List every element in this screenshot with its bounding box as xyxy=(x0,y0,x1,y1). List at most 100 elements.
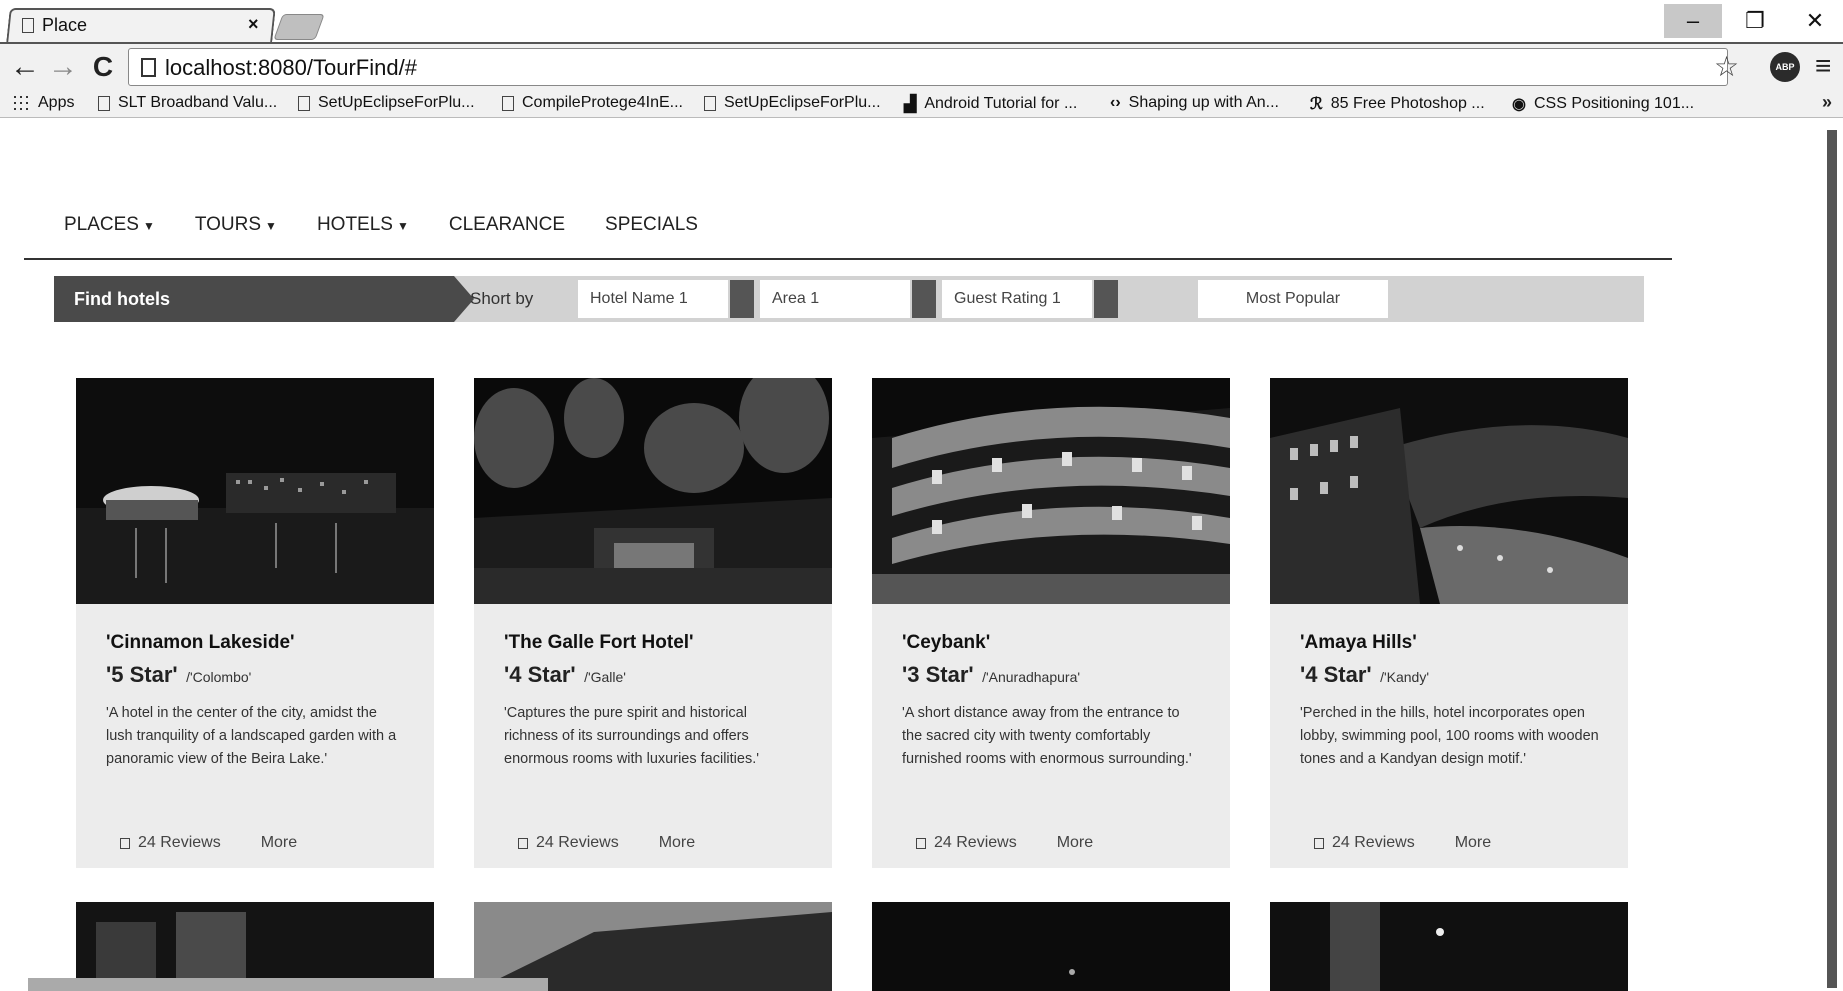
nav-tours[interactable]: TOURS ▼ xyxy=(195,214,277,236)
hotel-card-photo[interactable] xyxy=(872,902,1230,991)
address-bar[interactable]: localhost:8080/TourFind/# xyxy=(128,48,1728,86)
reviews-link[interactable]: 24 Reviews xyxy=(1332,834,1415,852)
hotel-name[interactable]: 'The Galle Fort Hotel' xyxy=(504,632,694,654)
page-icon xyxy=(22,17,34,33)
bookmark-label: CompileProtege4InE... xyxy=(522,94,683,111)
hotel-description: 'Perched in the hills, hotel incorporate… xyxy=(1300,705,1599,767)
reviews-link[interactable]: 24 Reviews xyxy=(934,834,1017,852)
back-arrow-icon[interactable]: ← xyxy=(8,52,42,82)
forward-arrow-icon[interactable]: → xyxy=(46,52,80,82)
hotel-card-footer: 24 Reviews More xyxy=(1314,834,1491,852)
comment-icon xyxy=(1314,837,1324,849)
page-scrollbar[interactable] xyxy=(1827,130,1837,988)
hotel-card-footer: 24 Reviews More xyxy=(916,834,1093,852)
bookmark-label: Android Tutorial for ... xyxy=(924,95,1078,112)
bookmark-item[interactable]: ‹› Shaping up with An... xyxy=(1110,94,1279,112)
address-url[interactable]: localhost:8080/TourFind/# xyxy=(165,55,417,81)
select-arrow-icon[interactable] xyxy=(730,280,754,318)
code-icon: ‹› xyxy=(1110,94,1121,111)
nav-hotels[interactable]: HOTELS ▼ xyxy=(317,214,409,236)
hotel-description: 'A hotel in the center of the city, amid… xyxy=(106,705,397,767)
window-restore-button[interactable]: ❐ xyxy=(1726,4,1784,38)
hotel-photo[interactable] xyxy=(76,378,434,604)
bookmark-label: 85 Free Photoshop ... xyxy=(1330,95,1485,112)
browser-title-bar: Place × – ❐ ✕ xyxy=(0,0,1843,42)
bookmark-item[interactable]: ℛ 85 Free Photoshop ... xyxy=(1310,94,1485,114)
bookmark-label: Shaping up with An... xyxy=(1128,94,1279,111)
sort-hotel-name-select[interactable]: Hotel Name 1 xyxy=(578,280,728,318)
browser-tab-content[interactable]: Place xyxy=(22,10,262,40)
nav-divider xyxy=(24,258,1672,260)
caret-down-icon: ▼ xyxy=(142,219,155,233)
photoshop-icon: ℛ xyxy=(1310,96,1323,113)
hotel-card[interactable]: 'Cinnamon Lakeside' '5 Star' /'Colombo' … xyxy=(76,378,434,868)
hotel-filter-bar: Find hotels Short by Hotel Name 1 Area 1… xyxy=(54,276,1644,322)
page-icon xyxy=(98,95,110,111)
hotel-stars: '4 Star' xyxy=(1300,662,1372,687)
hotel-rating: '5 Star' /'Colombo' xyxy=(106,662,251,688)
page-icon xyxy=(502,95,514,111)
comment-icon xyxy=(518,837,528,849)
hotel-name[interactable]: 'Ceybank' xyxy=(902,632,990,654)
hotel-city: /'Colombo' xyxy=(186,669,252,685)
tab-close-icon[interactable]: × xyxy=(248,14,259,35)
android-tutorial-icon: ▟ xyxy=(904,96,917,113)
bookmark-item[interactable]: ◉ CSS Positioning 101... xyxy=(1512,94,1694,114)
hotel-rating: '4 Star' /'Galle' xyxy=(504,662,626,688)
apps-grid-icon xyxy=(12,94,30,112)
bookmark-item[interactable]: SLT Broadband Valu... xyxy=(98,94,277,112)
nav-places[interactable]: PLACES ▼ xyxy=(64,214,155,236)
reviews-link[interactable]: 24 Reviews xyxy=(138,834,221,852)
hotel-card-footer: 24 Reviews More xyxy=(120,834,297,852)
bookmarks-more-icon[interactable]: » xyxy=(1822,92,1832,113)
css-icon: ◉ xyxy=(1512,96,1526,113)
more-link[interactable]: More xyxy=(1455,834,1491,852)
hotel-card[interactable]: 'Amaya Hills' '4 Star' /'Kandy' 'Perched… xyxy=(1270,378,1628,868)
select-arrow-icon[interactable] xyxy=(912,280,936,318)
hotel-stars: '5 Star' xyxy=(106,662,178,687)
more-link[interactable]: More xyxy=(261,834,297,852)
hotel-photo[interactable] xyxy=(474,378,832,604)
nav-clearance[interactable]: CLEARANCE xyxy=(449,214,565,236)
find-hotels-title: Find hotels xyxy=(54,276,454,322)
hotel-photo[interactable] xyxy=(872,378,1230,604)
hotel-name[interactable]: 'Amaya Hills' xyxy=(1300,632,1417,654)
browser-menu-icon[interactable]: ≡ xyxy=(1815,50,1831,82)
bookmark-item[interactable]: ▟ Android Tutorial for ... xyxy=(904,94,1077,114)
bookmark-star-icon[interactable]: ☆ xyxy=(1714,50,1739,83)
page-icon xyxy=(141,58,156,77)
hotel-photo[interactable] xyxy=(1270,378,1628,604)
bookmark-item[interactable]: SetUpEclipseForPlu... xyxy=(298,94,475,112)
sort-guest-rating-select[interactable]: Guest Rating 1 xyxy=(942,280,1092,318)
bookmark-apps[interactable]: Apps xyxy=(12,94,74,112)
bookmark-item[interactable]: CompileProtege4InE... xyxy=(502,94,683,112)
comment-icon xyxy=(916,837,926,849)
sort-area-select[interactable]: Area 1 xyxy=(760,280,910,318)
hotel-card[interactable]: 'The Galle Fort Hotel' '4 Star' /'Galle'… xyxy=(474,378,832,868)
nav-specials[interactable]: SPECIALS xyxy=(605,214,698,236)
reviews-link[interactable]: 24 Reviews xyxy=(536,834,619,852)
most-popular-button[interactable]: Most Popular xyxy=(1198,280,1388,318)
hotel-stars: '3 Star' xyxy=(902,662,974,687)
caret-down-icon: ▼ xyxy=(396,219,409,233)
hotel-card-footer: 24 Reviews More xyxy=(518,834,695,852)
window-close-button[interactable]: ✕ xyxy=(1786,4,1843,38)
bookmarks-bar: Apps SLT Broadband Valu... SetUpEclipseF… xyxy=(0,90,1843,118)
hotel-city: /'Kandy' xyxy=(1380,669,1429,685)
bookmark-label: SetUpEclipseForPlu... xyxy=(724,94,881,111)
bookmark-label: CSS Positioning 101... xyxy=(1533,95,1695,112)
hotel-card[interactable]: 'Ceybank' '3 Star' /'Anuradhapura' 'A sh… xyxy=(872,378,1230,868)
more-link[interactable]: More xyxy=(659,834,695,852)
tab-title: Place xyxy=(42,14,88,35)
bookmark-item[interactable]: SetUpEclipseForPlu... xyxy=(704,94,881,112)
select-arrow-icon[interactable] xyxy=(1094,280,1118,318)
hotel-card-photo[interactable] xyxy=(1270,902,1628,991)
adblock-extension-icon[interactable]: ABP xyxy=(1770,52,1800,82)
hotel-name[interactable]: 'Cinnamon Lakeside' xyxy=(106,632,295,654)
sort-label: Short by xyxy=(470,289,534,308)
window-minimize-button[interactable]: – xyxy=(1664,4,1722,38)
new-tab-button[interactable] xyxy=(273,14,325,40)
reload-icon[interactable]: C xyxy=(86,52,120,82)
page-icon xyxy=(704,95,716,111)
more-link[interactable]: More xyxy=(1057,834,1093,852)
